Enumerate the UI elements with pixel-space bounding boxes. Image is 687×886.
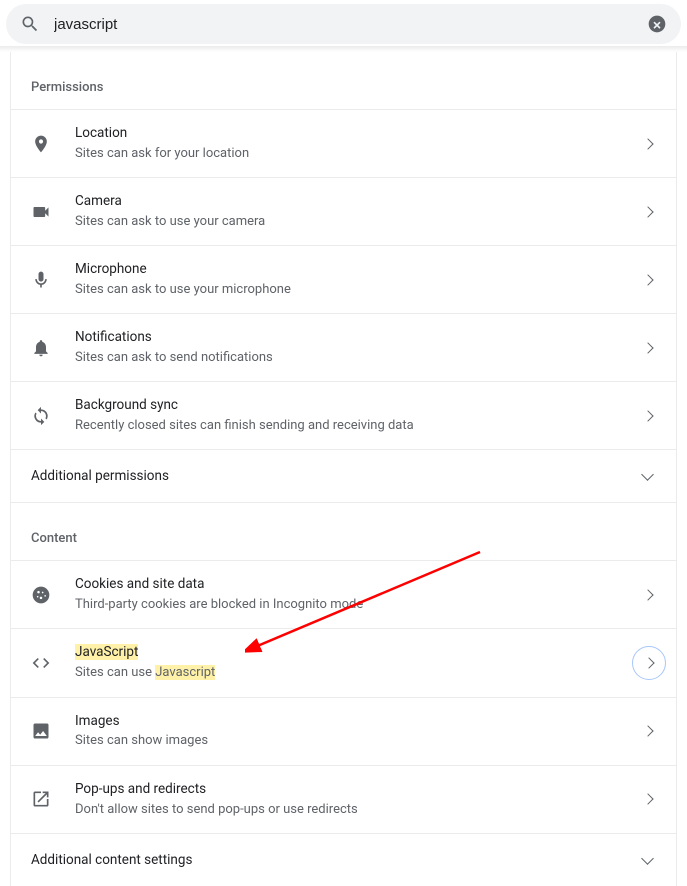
chevron-right-icon — [642, 793, 653, 804]
highlight: JavaScript — [75, 644, 138, 660]
microphone-icon — [31, 270, 51, 290]
row-subtitle: Recently closed sites can finish sending… — [75, 417, 644, 435]
row-subtitle: Sites can ask to use your microphone — [75, 281, 644, 299]
content-heading: Content — [11, 503, 676, 560]
chevron-right-icon — [642, 725, 653, 736]
row-subtitle: Don't allow sites to send pop-ups or use… — [75, 801, 644, 819]
permissions-heading: Permissions — [11, 52, 676, 109]
collapse-label: Additional permissions — [31, 468, 643, 484]
row-images[interactable]: Images Sites can show images — [11, 697, 676, 765]
clear-search-button[interactable] — [647, 14, 667, 34]
row-location[interactable]: Location Sites can ask for your location — [11, 109, 676, 177]
row-javascript[interactable]: JavaScript Sites can use Javascript — [11, 628, 676, 696]
notifications-icon — [31, 338, 51, 358]
search-bar[interactable] — [6, 4, 681, 44]
sync-icon — [31, 406, 51, 426]
search-icon — [20, 14, 40, 34]
row-subtitle: Sites can ask for your location — [75, 145, 644, 163]
row-title: Notifications — [75, 328, 644, 347]
row-background-sync[interactable]: Background sync Recently closed sites ca… — [11, 381, 676, 449]
row-title: Location — [75, 124, 644, 143]
row-title: Images — [75, 712, 644, 731]
row-subtitle: Sites can ask to use your camera — [75, 213, 644, 231]
highlight: Javascript — [155, 665, 215, 680]
chevron-right-icon — [642, 274, 653, 285]
row-popups[interactable]: Pop-ups and redirects Don't allow sites … — [11, 765, 676, 833]
row-title: Cookies and site data — [75, 575, 644, 594]
row-camera[interactable]: Camera Sites can ask to use your camera — [11, 177, 676, 245]
row-title: Camera — [75, 192, 644, 211]
chevron-right-icon — [642, 138, 653, 149]
row-subtitle: Sites can use Javascript — [75, 664, 656, 682]
chevron-down-icon — [641, 852, 654, 865]
collapse-label: Additional content settings — [31, 852, 643, 868]
chevron-right-icon — [642, 410, 653, 421]
row-title: Background sync — [75, 396, 644, 415]
location-icon — [31, 134, 51, 154]
row-title: JavaScript — [75, 643, 656, 662]
row-title: Microphone — [75, 260, 644, 279]
popup-icon — [31, 789, 51, 809]
chevron-right-icon — [642, 342, 653, 353]
chevron-right-icon — [642, 206, 653, 217]
row-subtitle: Sites can show images — [75, 732, 644, 750]
search-input[interactable] — [54, 16, 647, 33]
code-icon — [31, 653, 51, 673]
image-icon — [31, 721, 51, 741]
row-title: Pop-ups and redirects — [75, 780, 644, 799]
camera-icon — [31, 202, 51, 222]
row-subtitle: Sites can ask to send notifications — [75, 349, 644, 367]
row-notifications[interactable]: Notifications Sites can ask to send noti… — [11, 313, 676, 381]
row-microphone[interactable]: Microphone Sites can ask to use your mic… — [11, 245, 676, 313]
chevron-right-icon — [642, 589, 653, 600]
cookie-icon — [31, 585, 51, 605]
row-subtitle: Third-party cookies are blocked in Incog… — [75, 596, 644, 614]
additional-permissions[interactable]: Additional permissions — [11, 449, 676, 503]
additional-content-settings[interactable]: Additional content settings — [11, 833, 676, 886]
chevron-down-icon — [641, 469, 654, 482]
row-cookies[interactable]: Cookies and site data Third-party cookie… — [11, 560, 676, 628]
settings-panel: Permissions Location Sites can ask for y… — [10, 52, 677, 886]
